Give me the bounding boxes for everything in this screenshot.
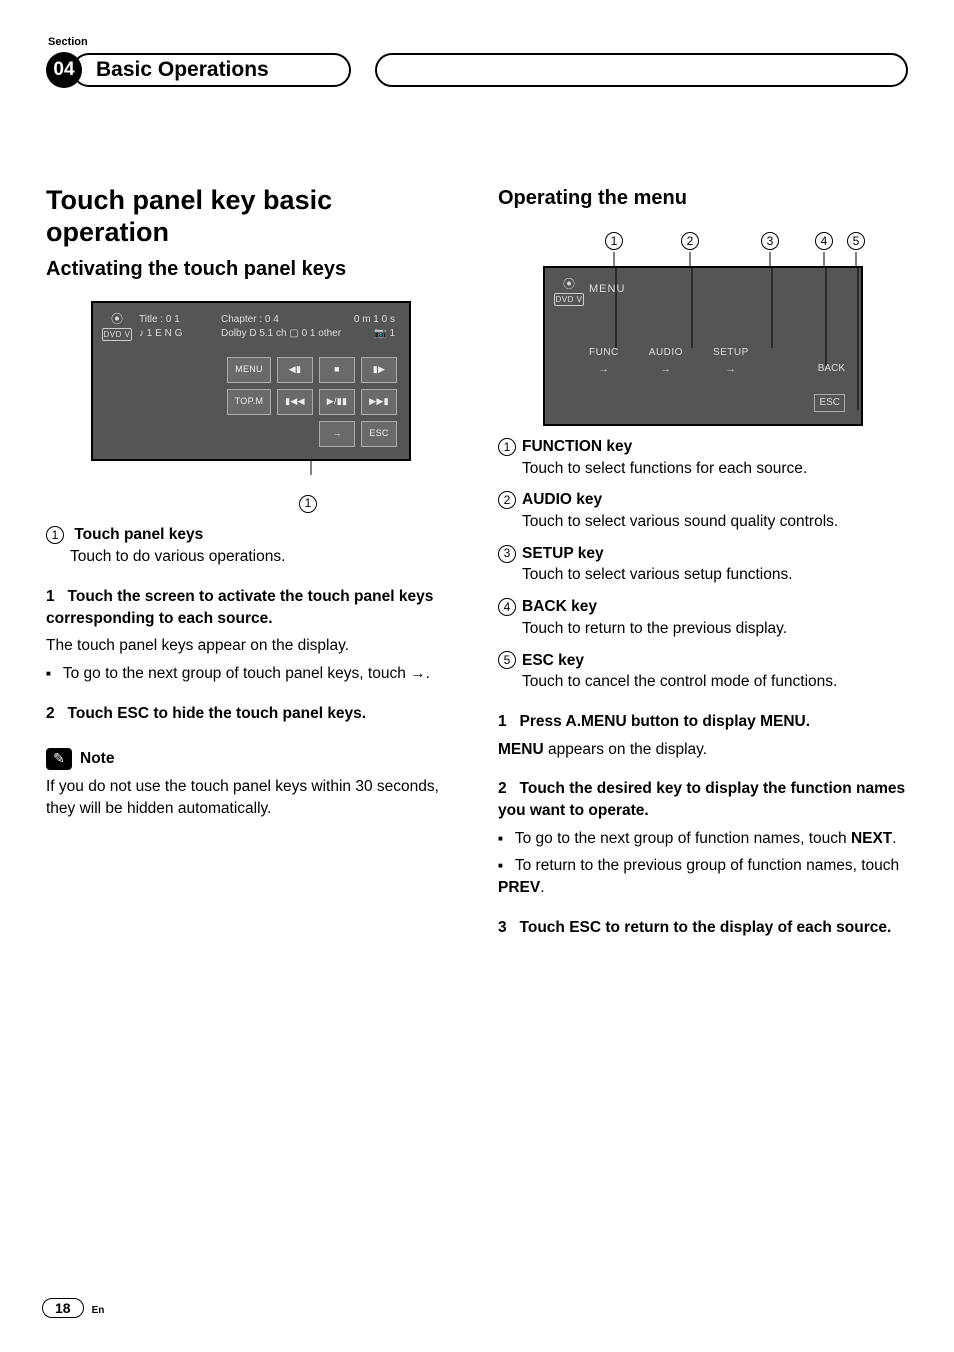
key-description-item: 5 ESC key Touch to cancel the control mode…	[498, 650, 908, 693]
esc-button[interactable]: ESC	[361, 421, 397, 447]
marker-4: 4	[815, 232, 833, 250]
step-back-button[interactable]: ◀▮	[277, 357, 313, 383]
circled-num-icon: 1	[498, 438, 516, 456]
next-page-arrow-button[interactable]: →	[319, 421, 355, 447]
step1-head: 1 Touch the screen to activate the touch…	[46, 586, 456, 629]
next-track-button[interactable]: ▶▶▮	[361, 389, 397, 415]
key-description-item: 4 BACK key Touch to return to the previous…	[498, 596, 908, 639]
right-heading: Operating the menu	[498, 184, 908, 212]
disc-icon: ⦿	[101, 311, 133, 328]
item-body: Touch to select functions for each sourc…	[498, 458, 908, 480]
marker-1: 1	[605, 232, 623, 250]
r-step2-b1: To go to the next group of function name…	[498, 828, 908, 850]
step-fwd-button[interactable]: ▮▶	[361, 357, 397, 383]
circled-num-icon: 3	[498, 545, 516, 563]
step2-head: 2 Touch ESC to hide the touch panel keys…	[46, 703, 456, 725]
key-description-item: 3 SETUP key Touch to select various setup …	[498, 543, 908, 586]
r-step3-head: 3 Touch ESC to return to the display of …	[498, 917, 908, 939]
marker-lines	[533, 252, 873, 266]
item-body: Touch to select various sound quality co…	[498, 511, 908, 533]
item-body: Touch to cancel the control mode of func…	[498, 671, 908, 693]
item-title: SETUP key	[522, 545, 604, 562]
func-button[interactable]: FUNC→	[589, 346, 619, 377]
audio-button[interactable]: AUDIO→	[649, 346, 683, 377]
callout-1: 1	[166, 493, 456, 515]
step1-bullet: To go to the next group of touch panel k…	[46, 663, 456, 685]
step1-body: The touch panel keys appear on the displ…	[46, 635, 456, 657]
marker-row: 1 2 3 4 5	[533, 230, 873, 252]
r-step1-body: MENU appears on the display.	[498, 739, 908, 761]
r-step1-head: 1 Press A.MENU button to display MENU.	[498, 711, 908, 733]
touch-button-grid: MENU ◀▮ ■ ▮▶ TOP.M ▮◀◀ ▶/▮▮ ▶▶▮ → ESC	[227, 357, 397, 447]
main-heading: Touch panel key basic operation	[46, 184, 456, 249]
touch-panel-screenshot: ⦿ DVD V Title : 0 1 ♪ 1 E N G Chapter : …	[91, 301, 411, 461]
setup-button[interactable]: SETUP→	[713, 346, 749, 377]
right-arrow-icon: →	[410, 665, 426, 682]
dvd-badge: ⦿ DVD V	[101, 311, 133, 341]
ss1-time: 0 m 1 0 s 📷 1	[354, 313, 395, 341]
chapter-title: Basic Operations	[72, 53, 351, 87]
page-footer: 18 En	[42, 1298, 104, 1318]
note-icon: ✎	[46, 748, 72, 770]
ss1-title: Title : 0 1 ♪ 1 E N G	[139, 313, 182, 341]
section-number-badge: 04	[46, 52, 82, 88]
sub-heading: Activating the touch panel keys	[46, 255, 456, 283]
marker-2: 2	[681, 232, 699, 250]
key-description-item: 1 FUNCTION key Touch to select functions f…	[498, 436, 908, 479]
circled-num-icon: 5	[498, 651, 516, 669]
prev-track-button[interactable]: ▮◀◀	[277, 389, 313, 415]
key-description-item: 2 AUDIO key Touch to select various sound …	[498, 489, 908, 532]
item-title: BACK key	[522, 598, 597, 615]
item-body: Touch to return to the previous display.	[498, 618, 908, 640]
header-spacer-pill	[375, 53, 908, 87]
marker-3: 3	[761, 232, 779, 250]
circled-num-icon: 4	[498, 598, 516, 616]
right-column: Operating the menu 1 2 3 4 5	[498, 184, 908, 944]
dvd-badge-2: ⦿ DVD V	[553, 276, 585, 306]
note-body: If you do not use the touch panel keys w…	[46, 776, 456, 819]
marker-5: 5	[847, 232, 865, 250]
menu-button[interactable]: MENU	[227, 357, 271, 383]
item-title: ESC key	[522, 652, 584, 669]
circled-num-icon: 2	[498, 491, 516, 509]
note-label: Note	[80, 748, 114, 770]
page-header: 04 Basic Operations	[46, 52, 908, 88]
menu-label: MENU	[589, 282, 625, 297]
circled-1-icon: 1	[46, 526, 64, 544]
menu-screenshot: ⦿ DVD V MENU FUNC→ AUDIO→ SETUP→ BACK ES…	[543, 266, 863, 426]
left-column: Touch panel key basic operation Activati…	[46, 184, 456, 944]
r-step2-head: 2 Touch the desired key to display the f…	[498, 778, 908, 821]
play-pause-button[interactable]: ▶/▮▮	[319, 389, 355, 415]
esc-button-2[interactable]: ESC	[814, 394, 845, 412]
item-title: FUNCTION key	[522, 438, 632, 455]
section-label: Section	[48, 36, 908, 48]
stop-button[interactable]: ■	[319, 357, 355, 383]
item1-body: Touch to do various operations.	[46, 546, 456, 568]
r-step2-b2: To return to the previous group of funct…	[498, 855, 908, 898]
item-body: Touch to select various setup functions.	[498, 564, 908, 586]
ss1-chapter: Chapter : 0 4 Dolby D 5.1 ch ▢ 0 1 other	[221, 313, 341, 341]
callout-svg	[81, 461, 421, 491]
page-number: 18	[42, 1298, 84, 1318]
top-menu-button[interactable]: TOP.M	[227, 389, 271, 415]
item-title: AUDIO key	[522, 491, 602, 508]
disc-icon: ⦿	[553, 276, 585, 293]
page-lang: En	[92, 1305, 105, 1316]
back-button[interactable]: BACK	[818, 362, 845, 376]
item1-title: Touch panel keys	[74, 526, 203, 543]
